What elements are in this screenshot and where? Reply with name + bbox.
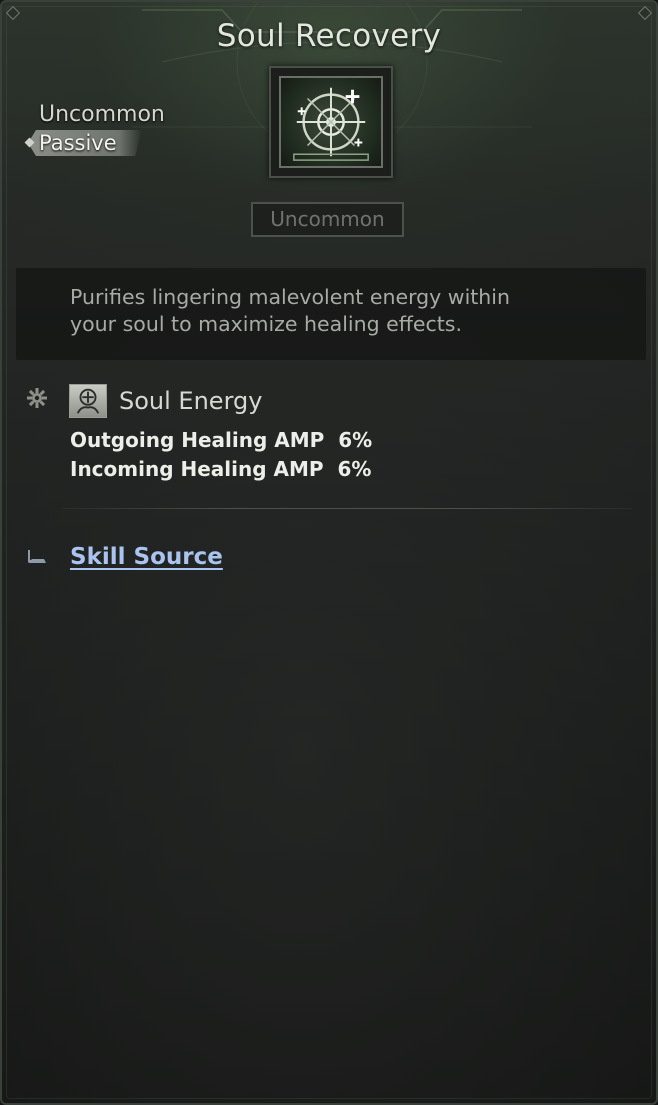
grade-badge: Uncommon bbox=[251, 202, 404, 237]
rarity-label: Uncommon bbox=[39, 102, 165, 127]
stat-outgoing-healing-amp: Outgoing Healing AMP 6% bbox=[70, 428, 373, 452]
gear-icon bbox=[27, 388, 47, 408]
skill-type-tag: Passive bbox=[39, 131, 117, 155]
skill-source-link[interactable]: Skill Source bbox=[70, 541, 223, 573]
soul-energy-icon bbox=[69, 384, 107, 418]
soul-recovery-skill-icon bbox=[279, 76, 383, 168]
skill-tooltip-panel: Soul Recovery Uncommon Passive Uncommon … bbox=[0, 0, 658, 1105]
skill-description: Purifies lingering malevolent energy wit… bbox=[70, 285, 510, 336]
book-icon bbox=[28, 550, 46, 563]
section-divider bbox=[62, 508, 632, 509]
skill-icon-frame bbox=[269, 66, 393, 178]
effect-name: Soul Energy bbox=[119, 387, 263, 415]
stat-incoming-healing-amp: Incoming Healing AMP 6% bbox=[70, 457, 372, 481]
skill-title: Soul Recovery bbox=[216, 18, 442, 54]
